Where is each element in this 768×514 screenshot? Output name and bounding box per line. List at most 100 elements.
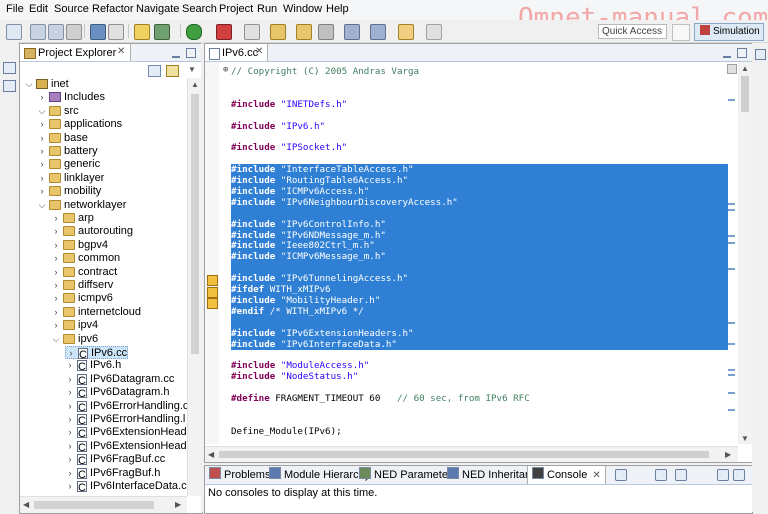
code-line[interactable]: #include "ICMPv6Message_m.h" (231, 251, 728, 263)
minimize-icon[interactable] (717, 469, 729, 481)
code-line[interactable]: #include "IPv6ExtensionHeaders.h" (231, 327, 728, 339)
code-line[interactable]: #include "MobilityHeader.h" (231, 294, 728, 306)
tree-item[interactable]: › IPv6.h (65, 359, 121, 372)
warning-icon[interactable] (207, 298, 218, 309)
tree-item[interactable]: › IPv6InterfaceData.c (65, 480, 187, 493)
run-icon[interactable] (186, 24, 202, 40)
fold-expand-icon[interactable]: ⊕ (223, 65, 228, 75)
tree-item[interactable]: › icmpv6 (51, 292, 113, 305)
tree-item[interactable]: › internetcloud (51, 306, 142, 319)
perspective-simulation-button[interactable]: Simulation (694, 23, 764, 41)
minimize-icon[interactable] (723, 48, 731, 58)
tree-item[interactable]: › diffserv (51, 279, 114, 292)
new-folder-icon[interactable] (270, 24, 286, 40)
tree-item[interactable]: › IPv6Datagram.h (65, 386, 169, 399)
tree-item[interactable]: › autorouting (51, 225, 134, 238)
warning-icon[interactable] (207, 275, 218, 286)
tree-item[interactable]: › ipv4 (51, 319, 99, 332)
quick-access-input[interactable]: Quick Access (598, 24, 667, 39)
editor-vertical-scrollbar[interactable]: ▲ ▼ (738, 62, 752, 444)
scroll-right-icon[interactable]: ▶ (175, 500, 181, 509)
code-editor[interactable]: ⊕ // Copyright (C) 2005 Andras Varga #inc… (219, 62, 728, 444)
scroll-right-icon[interactable]: ▶ (725, 450, 731, 459)
debug-icon[interactable] (154, 24, 170, 40)
code-line[interactable]: // Copyright (C) 2005 Andras Varga (231, 66, 729, 77)
tree-item[interactable]: › linklayer (37, 172, 105, 185)
view-menu-icon[interactable]: ▼ (188, 65, 196, 74)
tree-item[interactable]: › IPv6ErrorHandling.c (65, 400, 187, 413)
external-tools-icon[interactable] (244, 24, 260, 40)
tree-item[interactable]: › IPv6Datagram.cc (65, 373, 174, 386)
tree-item[interactable]: › IPv6ExtensionHead (65, 426, 187, 439)
code-line[interactable]: #include "RoutingTable6Access.h" (231, 175, 728, 186)
chevron-down-icon[interactable]: ⌵ (24, 78, 34, 91)
code-line[interactable]: #include "IPv6InterfaceData.h" (231, 338, 728, 350)
tab-console[interactable]: Console ✕ (527, 466, 606, 484)
tree-item[interactable]: › contract (51, 266, 118, 279)
save-icon[interactable] (30, 24, 46, 40)
tree-item[interactable]: › base (37, 132, 88, 145)
save-all-icon[interactable] (48, 24, 64, 40)
back-icon[interactable] (398, 24, 414, 40)
maximize-icon[interactable] (737, 48, 747, 58)
chevron-right-icon[interactable]: › (37, 132, 47, 145)
tree-item-selected[interactable]: › IPv6.cc (65, 346, 129, 360)
overview-mark[interactable] (728, 322, 735, 324)
tab-ipv6-cc[interactable]: IPv6.cc ✕ (205, 44, 268, 61)
profile-icon[interactable] (216, 24, 232, 40)
code-line[interactable]: #include "ModuleAccess.h" (231, 360, 729, 371)
close-icon[interactable]: ✕ (592, 470, 600, 481)
tree-item[interactable]: ⌵ src (37, 105, 79, 118)
overview-mark[interactable] (728, 409, 735, 411)
chevron-right-icon[interactable]: › (65, 480, 75, 493)
chevron-right-icon[interactable]: › (65, 467, 75, 480)
code-line[interactable]: #include "NodeStatus.h" (231, 371, 729, 382)
tree-item[interactable]: ⌵ inet (24, 78, 69, 91)
tree-item[interactable]: › common (51, 252, 121, 265)
maximize-icon[interactable] (733, 469, 745, 481)
open-perspective-button[interactable] (672, 24, 690, 41)
scroll-thumb[interactable] (34, 501, 154, 509)
chevron-right-icon[interactable]: › (37, 172, 47, 185)
chevron-right-icon[interactable]: › (66, 347, 76, 360)
close-icon[interactable]: ✕ (255, 46, 263, 57)
scroll-thumb[interactable] (191, 94, 199, 354)
pin-icon[interactable] (318, 24, 334, 40)
tree-item[interactable]: ⌵ ipv6 (51, 333, 99, 346)
chevron-right-icon[interactable]: › (65, 440, 75, 453)
tree-item[interactable]: ⌵ networklayer (37, 199, 127, 212)
open-task-icon[interactable] (108, 24, 124, 40)
tree-item[interactable]: › mobility (37, 185, 102, 198)
link-editor-icon[interactable] (166, 65, 179, 77)
chevron-right-icon[interactable]: › (65, 400, 75, 413)
scroll-thumb[interactable] (741, 76, 749, 112)
chevron-right-icon[interactable]: › (65, 373, 75, 386)
chevron-right-icon[interactable]: › (51, 279, 61, 292)
overview-mark[interactable] (728, 343, 735, 345)
print-icon[interactable] (66, 24, 82, 40)
menu-run[interactable]: Run (257, 3, 277, 15)
scroll-down-icon[interactable]: ▼ (741, 434, 749, 443)
chevron-down-icon[interactable]: ⌵ (37, 199, 47, 212)
code-line[interactable] (231, 207, 728, 219)
scroll-thumb[interactable] (219, 451, 709, 458)
code-line[interactable]: #include "IPv6.h" (231, 121, 729, 132)
outline-icon[interactable] (3, 80, 16, 92)
code-line[interactable] (231, 316, 728, 328)
chevron-right-icon[interactable]: › (37, 91, 47, 104)
tree-item[interactable]: › battery (37, 145, 98, 158)
overview-mark[interactable] (728, 235, 735, 237)
prev-annotation-icon[interactable] (370, 24, 386, 40)
chevron-right-icon[interactable]: › (65, 386, 75, 399)
chevron-right-icon[interactable]: › (37, 185, 47, 198)
chevron-right-icon[interactable]: › (37, 145, 47, 158)
editor-horizontal-scrollbar[interactable]: ◀ ▶ (205, 446, 738, 462)
toggle-mark-icon[interactable] (134, 24, 150, 40)
tree-vertical-scrollbar[interactable]: ▲ (187, 78, 202, 496)
minimize-icon[interactable] (172, 48, 180, 58)
menu-navigate[interactable]: Navigate (136, 3, 179, 15)
overview-mark[interactable] (728, 242, 735, 244)
chevron-right-icon[interactable]: › (51, 319, 61, 332)
menu-search[interactable]: Search (182, 3, 217, 15)
chevron-right-icon[interactable]: › (51, 266, 61, 279)
